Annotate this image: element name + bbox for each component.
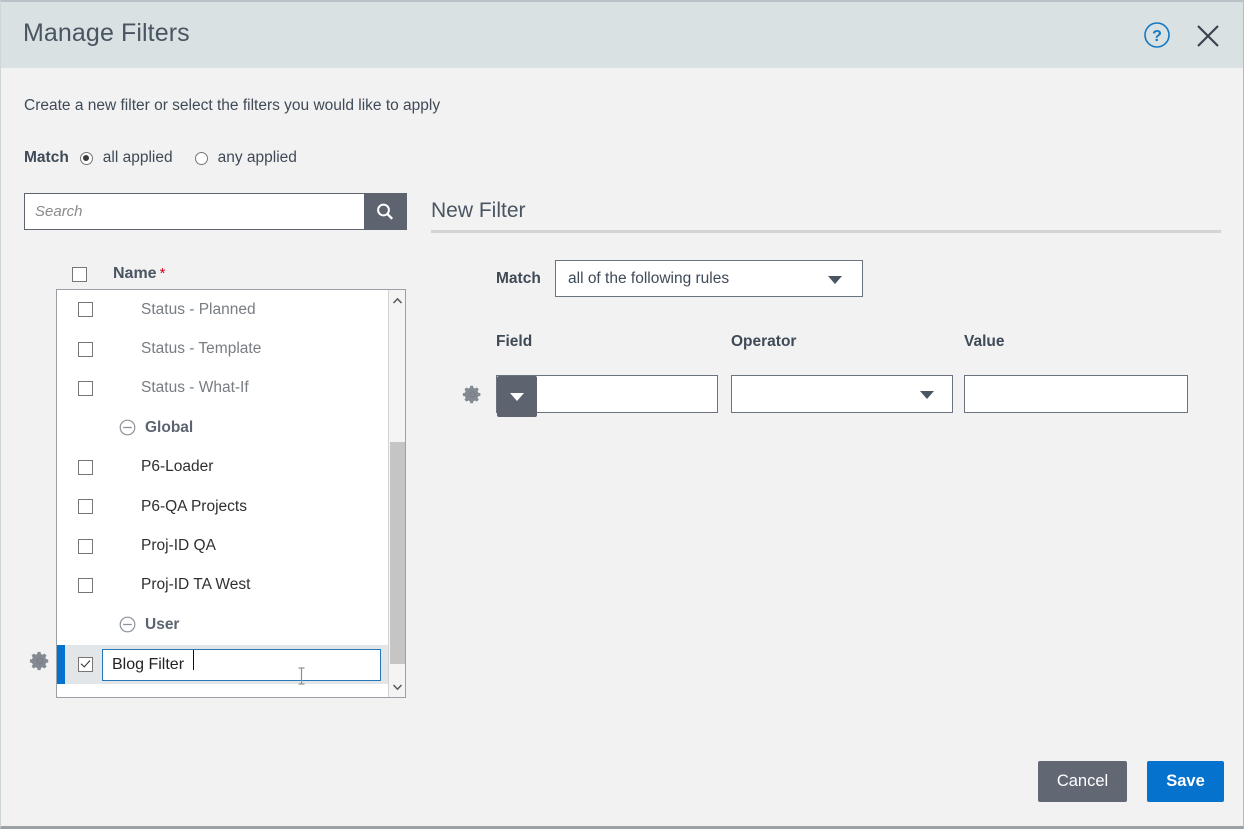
row-checkbox[interactable]	[78, 341, 93, 357]
list-item[interactable]: Status - What-If	[57, 369, 388, 408]
match-rules-select[interactable]: all of the following rules	[555, 260, 863, 297]
panel-title: New Filter	[431, 199, 526, 222]
filter-list-rows: Status - Planned Status - Template Statu…	[57, 290, 388, 697]
row-checkbox[interactable]	[78, 380, 93, 396]
list-item[interactable]: Proj-ID TA West	[57, 566, 388, 605]
list-item-label: Proj-ID QA	[141, 537, 216, 555]
field-dropdown-button[interactable]	[497, 376, 537, 417]
chevron-down-icon	[828, 276, 842, 284]
row-checkbox[interactable]	[78, 459, 93, 475]
list-item-selected[interactable]	[57, 644, 388, 685]
group-row-global[interactable]: Global	[57, 408, 388, 447]
list-item[interactable]: Proj-ID QA	[57, 526, 388, 565]
circle-minus-icon[interactable]	[119, 419, 136, 436]
dialog-title: Manage Filters	[23, 19, 190, 47]
row-checkbox[interactable]	[78, 302, 93, 318]
intro-text: Create a new filter or select the filter…	[24, 97, 441, 114]
scrollbar-thumb[interactable]	[390, 442, 405, 664]
list-item[interactable]: P6-Loader	[57, 448, 388, 487]
gear-icon[interactable]	[462, 384, 483, 405]
cancel-button[interactable]: Cancel	[1038, 761, 1127, 802]
match-rules-label: Match	[496, 270, 541, 287]
chevron-down-icon	[510, 392, 524, 401]
select-all-checkbox[interactable]	[72, 266, 87, 282]
value-input[interactable]	[964, 375, 1188, 413]
match-applied-label: Match	[24, 149, 69, 166]
list-scrollbar[interactable]	[388, 290, 405, 697]
list-item[interactable]: Status - Template	[57, 329, 388, 368]
row-checkbox[interactable]	[78, 538, 93, 554]
row-checkbox[interactable]	[78, 499, 93, 515]
match-applied-group: Match all applied any applied	[24, 147, 319, 169]
search-icon	[377, 203, 394, 220]
circle-minus-icon[interactable]	[119, 616, 136, 633]
filter-name-input[interactable]	[102, 648, 381, 681]
list-item-label: Status - What-If	[141, 379, 249, 397]
column-header-field: Field	[496, 333, 533, 350]
search-input[interactable]	[25, 194, 364, 229]
list-header: Name *	[72, 265, 165, 283]
search-button[interactable]	[364, 194, 406, 229]
chevron-down-icon[interactable]	[389, 678, 405, 695]
save-button[interactable]: Save	[1147, 761, 1224, 802]
filter-list: Status - Planned Status - Template Statu…	[56, 289, 406, 698]
text-caret	[193, 650, 194, 670]
help-circle-icon[interactable]: ?	[1143, 21, 1171, 49]
group-label: User	[145, 615, 180, 633]
row-checkbox[interactable]	[78, 656, 93, 672]
chevron-down-icon	[920, 391, 934, 399]
radio-any-applied-label[interactable]: any applied	[218, 149, 297, 167]
field-select[interactable]	[496, 375, 718, 417]
group-label: Global	[145, 418, 194, 436]
radio-all-applied[interactable]	[79, 151, 93, 165]
radio-all-applied-label[interactable]: all applied	[103, 149, 173, 167]
list-item[interactable]: P6-QA Projects	[57, 487, 388, 526]
radio-any-applied[interactable]	[194, 151, 208, 165]
column-header-value: Value	[964, 333, 1005, 350]
dialog-titlebar: Manage Filters ?	[1, 2, 1243, 68]
search-bar	[24, 193, 407, 230]
svg-text:?: ?	[1152, 28, 1162, 45]
chevron-up-icon[interactable]	[389, 292, 405, 309]
list-item-label: Proj-ID TA West	[141, 576, 251, 594]
list-item-label: Status - Template	[141, 340, 262, 358]
close-icon[interactable]	[1193, 21, 1223, 51]
required-asterisk: *	[159, 265, 166, 282]
gear-icon[interactable]	[29, 650, 51, 672]
row-checkbox[interactable]	[78, 577, 93, 593]
list-item-label: P6-QA Projects	[141, 497, 247, 515]
operator-select[interactable]	[731, 375, 953, 413]
list-item[interactable]: Status - Planned	[57, 290, 388, 329]
panel-divider	[431, 230, 1221, 233]
list-item-label: P6-Loader	[141, 458, 214, 476]
group-row-user[interactable]: User	[57, 605, 388, 644]
manage-filters-dialog: Manage Filters ? Create a new filter or …	[0, 0, 1244, 829]
column-header-operator: Operator	[731, 333, 797, 350]
match-rules-value: all of the following rules	[568, 269, 730, 287]
list-item-label: Status - Planned	[141, 300, 256, 318]
column-header-name: Name	[113, 265, 157, 282]
